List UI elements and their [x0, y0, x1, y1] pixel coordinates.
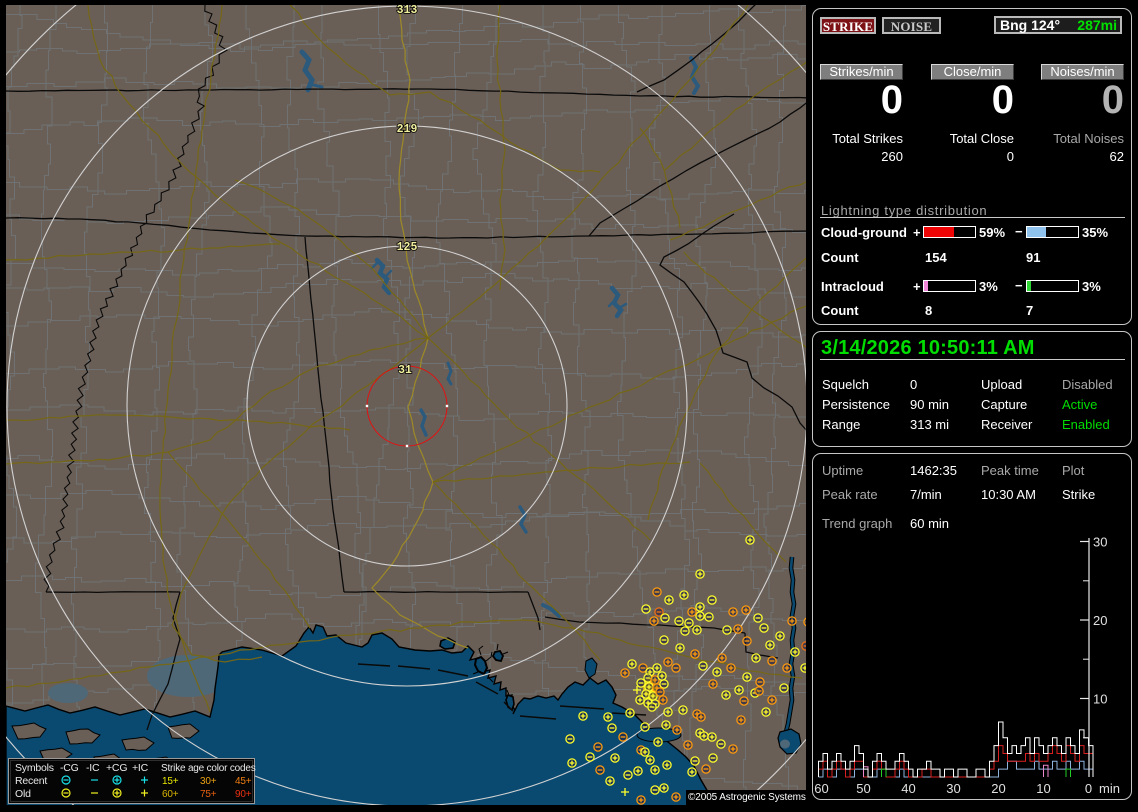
svg-text:min: min	[1099, 781, 1120, 796]
svg-text:10: 10	[1036, 781, 1050, 796]
svg-text:30: 30	[946, 781, 960, 796]
svg-text:20: 20	[1093, 613, 1107, 628]
svg-text:50: 50	[856, 781, 870, 796]
svg-text:10: 10	[1093, 692, 1107, 707]
svg-text:0: 0	[1085, 781, 1092, 796]
svg-text:20: 20	[991, 781, 1005, 796]
svg-text:30: 30	[1093, 535, 1107, 550]
svg-text:60: 60	[814, 781, 828, 796]
svg-text:40: 40	[901, 781, 915, 796]
